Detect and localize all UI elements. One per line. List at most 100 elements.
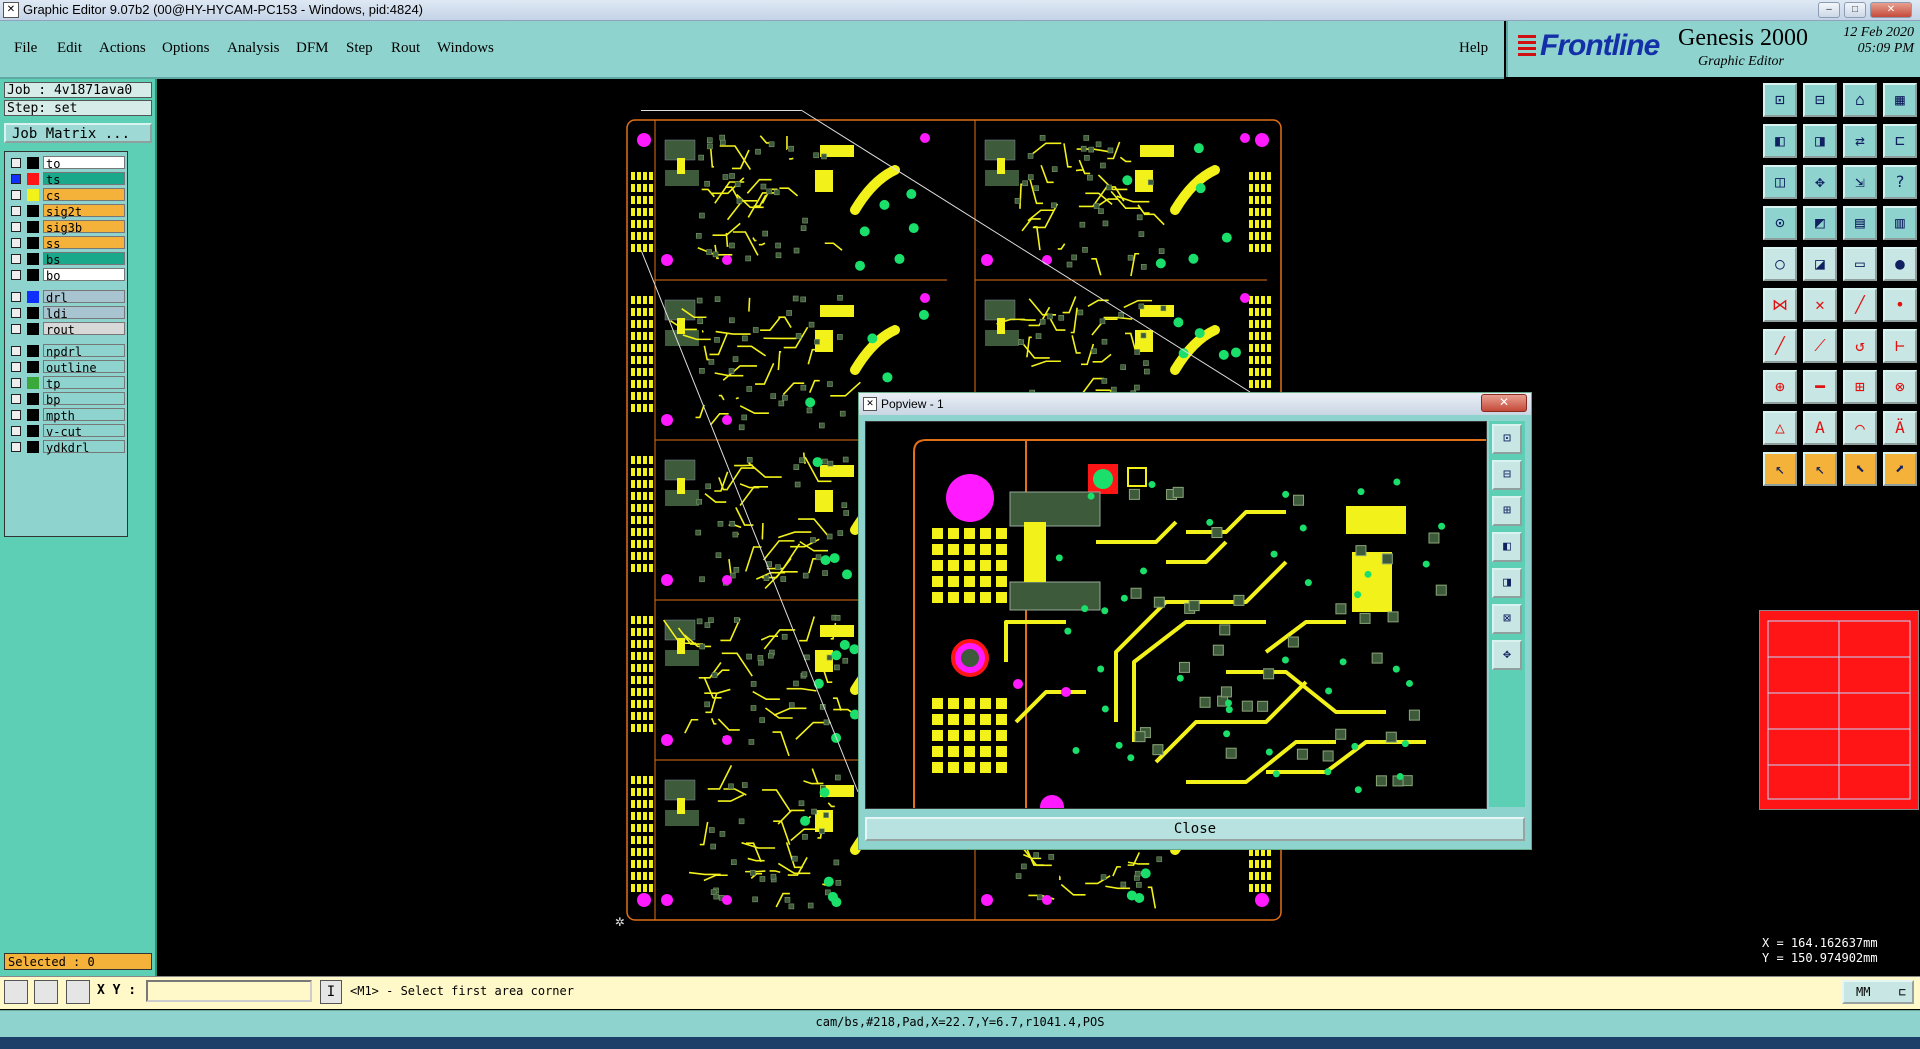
text-a-icon[interactable]: A: [1803, 411, 1837, 445]
popview-title: Popview - 1: [881, 397, 944, 411]
snap-icon[interactable]: ⊏: [1883, 124, 1917, 158]
popview-canvas[interactable]: [865, 421, 1487, 819]
angle-mode-icon[interactable]: [34, 980, 58, 1004]
layer-checkbox[interactable]: [11, 222, 21, 232]
popview-close-button[interactable]: Close: [865, 817, 1525, 841]
circle-icon[interactable]: ○: [1763, 247, 1797, 281]
minimize-button[interactable]: –: [1818, 2, 1840, 18]
draw-mode-icon[interactable]: [4, 980, 28, 1004]
cross-icon[interactable]: ✕: [1803, 288, 1837, 322]
layer-checkbox[interactable]: [11, 346, 21, 356]
menu-rout[interactable]: Rout: [391, 40, 420, 57]
layer-checkbox[interactable]: [11, 174, 21, 184]
layer-checkbox[interactable]: [11, 426, 21, 436]
layer-checkbox[interactable]: [11, 362, 21, 372]
scale-icon[interactable]: ⇲: [1843, 165, 1877, 199]
popview-zoom-fit-icon[interactable]: ⊡: [1492, 424, 1522, 454]
popview-center-icon[interactable]: ✥: [1492, 640, 1522, 670]
measure-icon[interactable]: ⊙: [1763, 206, 1797, 240]
layers-alt-icon[interactable]: ▥: [1883, 206, 1917, 240]
menu-actions[interactable]: Actions: [99, 40, 146, 57]
grid-mode-icon[interactable]: [66, 980, 90, 1004]
popview-pan-left-icon[interactable]: ◧: [1492, 532, 1522, 562]
probe-icon[interactable]: ◩: [1803, 206, 1837, 240]
layer-checkbox[interactable]: [11, 378, 21, 388]
menu-windows[interactable]: Windows: [437, 40, 494, 57]
layer-color-swatch: [27, 307, 39, 319]
layer-checkbox[interactable]: [11, 206, 21, 216]
popview-zoom-in-icon[interactable]: ⊟: [1492, 460, 1522, 490]
maximize-button[interactable]: □: [1844, 2, 1866, 18]
popview-pan-right-icon[interactable]: ◨: [1492, 568, 1522, 598]
layer-checkbox[interactable]: [11, 254, 21, 264]
arc-icon[interactable]: ↺: [1843, 329, 1877, 363]
menu-step[interactable]: Step: [346, 40, 373, 57]
zoom-window-icon[interactable]: ⊟: [1803, 83, 1837, 117]
menu-help[interactable]: Help: [1459, 40, 1488, 57]
select-alt-icon[interactable]: ↖: [1803, 452, 1837, 486]
layer-checkbox[interactable]: [11, 190, 21, 200]
layer-checkbox[interactable]: [11, 238, 21, 248]
pan-right-icon[interactable]: ◨: [1803, 124, 1837, 158]
flip-icon[interactable]: ⇄: [1843, 124, 1877, 158]
menu-analysis[interactable]: Analysis: [227, 40, 280, 57]
group-icon[interactable]: ⊗: [1883, 370, 1917, 404]
popview-fit-icon[interactable]: ⊠: [1492, 604, 1522, 634]
menu-dfm[interactable]: DFM: [296, 40, 329, 57]
layer-checkbox[interactable]: [11, 442, 21, 452]
layout-icon[interactable]: ▦: [1883, 83, 1917, 117]
popview-toolbar: ⊡ ⊟ ⊞ ◧ ◨ ⊠ ✥: [1489, 421, 1525, 807]
job-matrix-button[interactable]: Job Matrix ...: [4, 123, 152, 143]
point-icon[interactable]: •: [1883, 288, 1917, 322]
slash-icon[interactable]: ⟋: [1803, 329, 1837, 363]
select-icon[interactable]: ↖: [1763, 452, 1797, 486]
layer-name: ldi: [43, 306, 125, 321]
layer-checkbox[interactable]: [11, 292, 21, 302]
dim-icon[interactable]: ⊢: [1883, 329, 1917, 363]
command-prompt: <M1> - Select first area corner: [350, 984, 574, 998]
select-net-icon[interactable]: ⬈: [1883, 452, 1917, 486]
popview-close-x-button[interactable]: ✕: [1481, 394, 1527, 412]
layer-checkbox[interactable]: [11, 270, 21, 280]
pad-add-icon[interactable]: ⊕: [1763, 370, 1797, 404]
units-selector[interactable]: MM ⊏: [1842, 980, 1914, 1004]
menu-edit[interactable]: Edit: [57, 40, 82, 57]
layer-checkbox[interactable]: [11, 410, 21, 420]
pad-icon[interactable]: ●: [1883, 247, 1917, 281]
layers-icon[interactable]: ▤: [1843, 206, 1877, 240]
triangle-icon[interactable]: △: [1763, 411, 1797, 445]
line-draw-icon[interactable]: ╱: [1763, 329, 1797, 363]
line-icon[interactable]: ╱: [1843, 288, 1877, 322]
cursor-tool-icon[interactable]: I: [320, 980, 342, 1004]
help-icon[interactable]: ?: [1883, 165, 1917, 199]
array-icon[interactable]: ⊞: [1843, 370, 1877, 404]
layer-checkbox[interactable]: [11, 324, 21, 334]
layer-checkbox[interactable]: [11, 394, 21, 404]
panel-minimap[interactable]: [1759, 610, 1919, 810]
popview-zoom-out-icon[interactable]: ⊞: [1492, 496, 1522, 526]
popview-pad-grid-bottom: [932, 698, 1007, 773]
home-icon[interactable]: ⌂: [1843, 83, 1877, 117]
center-icon[interactable]: ✥: [1803, 165, 1837, 199]
layer-name: cs: [43, 188, 125, 203]
datum-origin-icon: ✲: [615, 911, 625, 930]
layer-checkbox[interactable]: [11, 158, 21, 168]
shape-icon[interactable]: ◪: [1803, 247, 1837, 281]
layer-name: sig2t: [43, 204, 125, 219]
layer-color-swatch: [27, 269, 39, 281]
ruler-icon[interactable]: ▭: [1843, 247, 1877, 281]
text-b-icon[interactable]: Ä: [1883, 411, 1917, 445]
xy-input[interactable]: [146, 980, 312, 1002]
menu-file[interactable]: File: [14, 40, 37, 57]
menu-options[interactable]: Options: [162, 40, 210, 57]
fit-icon[interactable]: ◫: [1763, 165, 1797, 199]
pan-left-icon[interactable]: ◧: [1763, 124, 1797, 158]
text-arc-icon[interactable]: ⌒: [1843, 411, 1877, 445]
select-box-icon[interactable]: ⬉: [1843, 452, 1877, 486]
close-window-button[interactable]: ✕: [1870, 2, 1912, 18]
layer-color-swatch: [27, 441, 39, 453]
layer-checkbox[interactable]: [11, 308, 21, 318]
dash-icon[interactable]: ━: [1803, 370, 1837, 404]
zoom-home-icon[interactable]: ⊡: [1763, 83, 1797, 117]
net-icon[interactable]: ⋈: [1763, 288, 1797, 322]
